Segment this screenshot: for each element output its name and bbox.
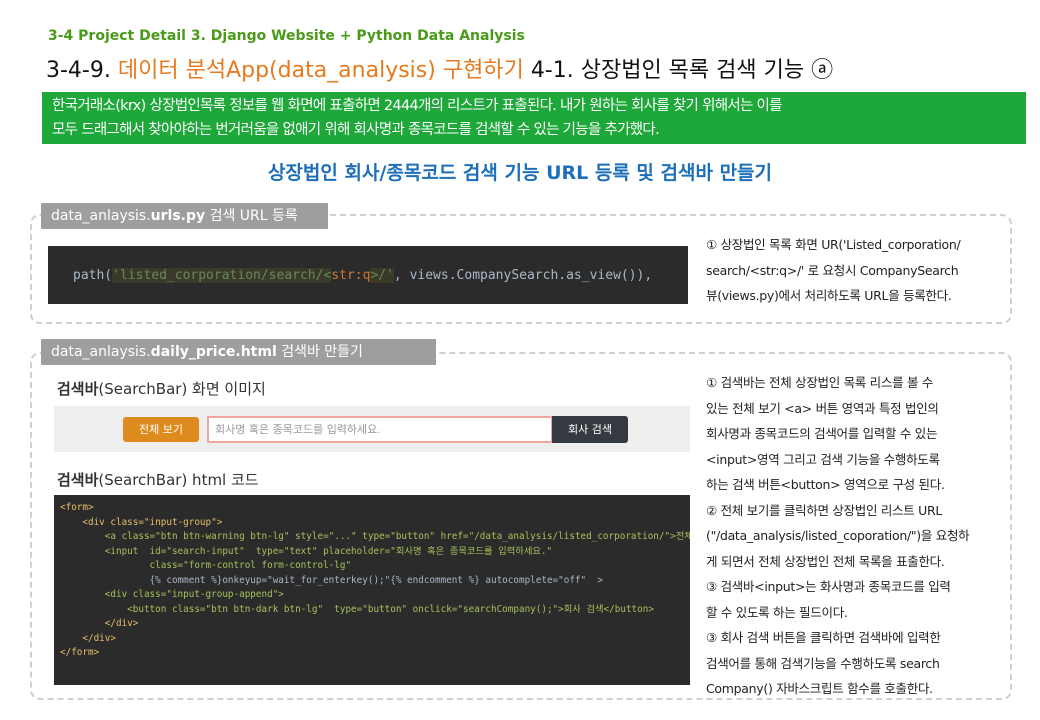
tag-suffix: 검색바 만들기 — [276, 344, 363, 360]
code-pre: path( — [73, 268, 113, 283]
code-path-2: >/ — [370, 268, 387, 283]
urls-code-block: path('listed_corporation/search/<str:q>/… — [48, 246, 688, 304]
label-bold: 검색바 — [57, 471, 99, 489]
tag-prefix: data_anlaysis. — [51, 208, 151, 224]
desc-line: search/<str:q>/' 로 요청시 CompanySearch — [706, 262, 959, 278]
title-highlight-1: 데이터 분석App(data_analysis) — [117, 58, 436, 83]
label-bold: 검색바 — [57, 380, 99, 398]
summary-banner: 한국거래소(krx) 상장법인목록 정보를 웹 화면에 표출하면 2444개의 … — [42, 92, 1026, 144]
code-line: </div> — [60, 618, 139, 629]
banner-line-2: 모두 드래그해서 찾아야하는 번거러움을 없애기 위해 회사명과 종목코드를 검… — [52, 122, 660, 138]
desc-line: 있는 전체 보기 <a> 버튼 영역과 특정 법인의 — [706, 400, 939, 416]
tag-bold: urls.py — [150, 208, 206, 224]
title-rest: 4-1. 상장법인 목록 검색 기능 ⓐ — [530, 58, 834, 83]
code-line: <form> — [60, 502, 94, 513]
desc-line: 하는 검색 버튼<button> 영역으로 구성 된다. — [706, 477, 945, 492]
code-line: </div> — [60, 632, 116, 644]
code-line: class="form-control form-control-lg" — [60, 560, 352, 571]
desc-line: 뷰(views.py)에서 처리하도록 URL을 등록한다. — [706, 288, 952, 303]
code-quote-open: ' — [112, 268, 120, 283]
code-line: <div class="input-group"> — [60, 516, 223, 528]
desc-line: ③ 검색바<input>는 화사명과 종목코드를 입력 — [706, 579, 951, 594]
desc-line: ③ 회사 검색 버튼을 클릭하면 검색바에 입력한 — [706, 630, 941, 645]
code-line: <a class="btn btn-warning btn-lg" style=… — [60, 531, 690, 542]
code-line: <div class="input-group-append"> — [60, 589, 284, 600]
html-code-block: <form> <div class="input-group"> <a clas… — [54, 495, 690, 685]
desc-line: 검색어를 통해 검색기능을 수행하도록 search — [706, 655, 940, 671]
desc-line: 할 수 있도록 하는 필드이다. — [706, 604, 848, 620]
urls-section-tag: data_anlaysis.urls.py 검색 URL 등록 — [41, 203, 328, 229]
html-section-tag: data_anlaysis.daily_price.html 검색바 만들기 — [41, 339, 436, 365]
code-quote-close: ' — [386, 268, 394, 283]
code-line: <button class="btn btn-dark btn-lg" type… — [60, 603, 654, 615]
desc-line: ① 검색바는 전체 상장법인 목록 리스를 볼 수 — [706, 375, 934, 390]
banner-line-1: 한국거래소(krx) 상장법인목록 정보를 웹 화면에 표출하면 2444개의 … — [52, 98, 783, 114]
page-title: 3-4-9. 데이터 분석App(data_analysis) 구현하기 4-1… — [46, 52, 833, 84]
code-line: </form> — [60, 647, 100, 658]
code-post: , views.CompanySearch.as_view()), — [393, 268, 653, 283]
label-rest: (SearchBar) 화면 이미지 — [98, 380, 266, 398]
view-all-button[interactable]: 전체 보기 — [123, 417, 199, 442]
html-description: ① 검색바는 전체 상장법인 목록 리스를 볼 수 있는 전체 보기 <a> 버… — [706, 370, 1006, 702]
search-input[interactable]: 회사명 혹은 종목코드를 입력하세요. — [207, 416, 553, 443]
company-search-button[interactable]: 회사 검색 — [552, 416, 628, 443]
desc-line: 회사명과 종목코드의 검색어를 입력할 수 있는 — [706, 426, 938, 441]
urls-description: ① 상장법인 목록 화면 UR('Listed_corporation/ sea… — [706, 232, 1006, 309]
searchbar-image-label: 검색바(SearchBar) 화면 이미지 — [57, 378, 266, 399]
tag-prefix: data_anlaysis. — [51, 344, 151, 360]
title-number: 3-4-9. — [46, 58, 111, 83]
desc-line: 게 되면서 전체 상장법인 전체 목록을 표출한다. — [706, 553, 945, 569]
section-subtitle: 상장법인 회사/종목코드 검색 기능 URL 등록 및 검색바 만들기 — [267, 162, 773, 184]
tag-bold: daily_price.html — [150, 344, 277, 360]
kicker-text: 3-4 Project Detail 3. Django Website + P… — [48, 28, 525, 44]
label-rest: (SearchBar) html 코드 — [98, 471, 259, 489]
desc-line: <input>영역 그리고 검색 기능을 수행하도록 — [706, 451, 940, 467]
desc-line: ("/data_analysis/listed_coporation/")을 요… — [706, 528, 970, 543]
tag-suffix: 검색 URL 등록 — [205, 208, 298, 224]
code-line: {% comment %}onkeyup="wait_for_enterkey(… — [60, 574, 603, 586]
desc-line: ② 전체 보기를 클릭하면 상장법인 리스트 URL — [706, 502, 943, 518]
code-path-1: listed_corporation/search/< — [119, 268, 332, 283]
title-highlight-2: 구현하기 — [442, 58, 524, 83]
code-path-param: str:q — [331, 268, 371, 283]
code-line: <input id="search-input" type="text" pla… — [60, 545, 553, 557]
desc-line: Company() 자바스크립트 함수를 호출한다. — [706, 681, 933, 696]
searchbar-code-label: 검색바(SearchBar) html 코드 — [57, 469, 259, 490]
desc-line: ① 상장법인 목록 화면 UR('Listed_corporation/ — [706, 237, 961, 252]
